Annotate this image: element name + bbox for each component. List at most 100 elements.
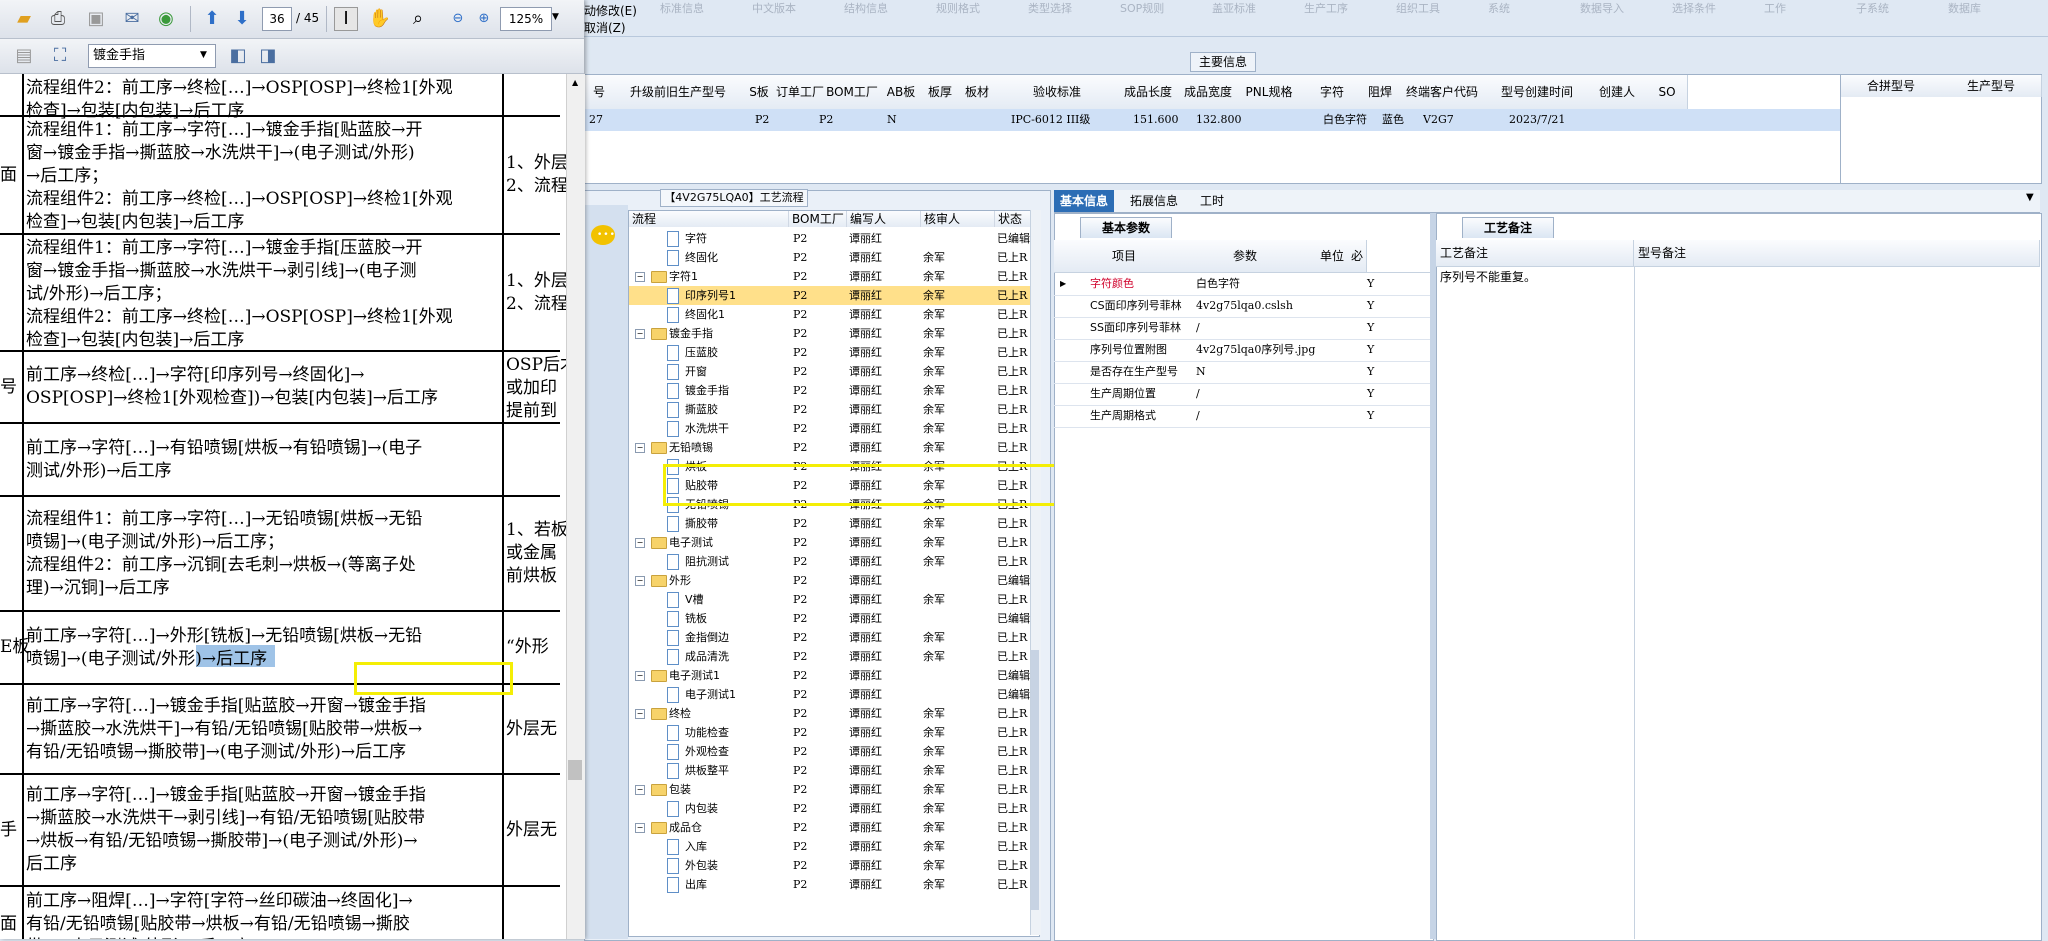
page-number-input[interactable]: 36	[262, 7, 292, 31]
collapse-icon[interactable]: −	[635, 443, 645, 453]
product-col-header[interactable]: BOM工厂	[825, 75, 880, 109]
tab-process-notes[interactable]: 工艺备注	[1462, 217, 1554, 238]
workflow-row[interactable]: − 字符1 P2 谭丽红 余军 已上R	[629, 267, 1039, 286]
chevron-down-icon[interactable]: ▼	[2026, 192, 2034, 203]
param-col-required[interactable]: 必	[1348, 240, 1367, 272]
param-row[interactable]: 是否存在生产型号 N Y	[1054, 361, 1432, 384]
wf-col-writer[interactable]: 编写人	[847, 211, 921, 227]
find-previous-icon[interactable]: ◧	[226, 44, 250, 68]
page-down-icon[interactable]: ⬇	[230, 7, 254, 31]
zoom-level-select[interactable]: 125%	[500, 7, 552, 31]
email-icon[interactable]: ✉	[120, 7, 144, 31]
find-input[interactable]: 镀金手指	[88, 44, 216, 68]
tab-basic-info[interactable]: 基本信息	[1054, 190, 1115, 212]
workflow-row[interactable]: 外包装 P2 谭丽红 余军 已上R	[629, 856, 1039, 875]
menu-item-faded[interactable]: SOP规则	[1120, 0, 1164, 16]
workflow-row[interactable]: 水洗烘干 P2 谭丽红 余军 已上R	[629, 419, 1039, 438]
workflow-row[interactable]: 开窗 P2 谭丽红 余军 已上R	[629, 362, 1039, 381]
param-row[interactable]: SS面印序列号菲林 / Y	[1054, 317, 1432, 340]
workflow-row[interactable]: 终固化1 P2 谭丽红 余军 已上R	[629, 305, 1039, 324]
workflow-row[interactable]: V槽 P2 谭丽红 余军 已上R	[629, 590, 1039, 609]
menu-item-faded[interactable]: 系统	[1488, 0, 1510, 16]
open-folder-icon[interactable]: ▰	[12, 7, 36, 31]
product-col-header[interactable]: 阻焊	[1363, 75, 1398, 109]
fit-page-icon[interactable]: ⛶	[48, 44, 72, 68]
collapse-icon[interactable]: −	[635, 671, 645, 681]
product-col-header[interactable]: PNL规格	[1237, 75, 1302, 109]
workflow-scroll-thumb[interactable]	[1031, 650, 1039, 910]
workflow-row[interactable]: 撕胶带 P2 谭丽红 余军 已上R	[629, 514, 1039, 533]
tab-extended-info[interactable]: 拓展信息	[1124, 190, 1184, 212]
zoom-in-icon[interactable]: ⊕	[472, 7, 496, 31]
workflow-row[interactable]: 出库 P2 谭丽红 余军 已上R	[629, 875, 1039, 894]
product-col-header[interactable]: 板材	[957, 75, 998, 109]
product-col-header[interactable]: 升级前旧生产型号	[613, 75, 744, 109]
workflow-row[interactable]: 金指倒边 P2 谭丽红 余军 已上R	[629, 628, 1039, 647]
collapse-icon[interactable]: −	[635, 329, 645, 339]
product-col-header[interactable]: 终端客户代码	[1397, 75, 1488, 109]
menu-item-faded[interactable]: 子系统	[1856, 0, 1889, 16]
workflow-row[interactable]: 内包装 P2 谭丽红 余军 已上R	[629, 799, 1039, 818]
product-col-header[interactable]: 创建人	[1587, 75, 1648, 109]
workflow-row[interactable]: 入库 P2 谭丽红 余军 已上R	[629, 837, 1039, 856]
menu-item-faded[interactable]: 组织工具	[1396, 0, 1440, 16]
menu-item-faded[interactable]: 盖亚标准	[1212, 0, 1256, 16]
product-col-header[interactable]: S板	[743, 75, 776, 109]
workflow-row[interactable]: − 终检 P2 谭丽红 余军 已上R	[629, 704, 1039, 723]
product-col-header[interactable]: 成品长度	[1117, 75, 1180, 109]
menu-item-faded[interactable]: 规则格式	[936, 0, 980, 16]
product-col-header[interactable]: 验收标准	[997, 75, 1118, 109]
workflow-row[interactable]: 功能检查 P2 谭丽红 余军 已上R	[629, 723, 1039, 742]
workflow-row[interactable]: − 电子测试1 P2 谭丽红 已编辑	[629, 666, 1039, 685]
find-next-icon[interactable]: ◨	[256, 44, 280, 68]
product-col-header[interactable]: AB板	[879, 75, 924, 109]
workflow-row[interactable]: 烘板整平 P2 谭丽红 余军 已上R	[629, 761, 1039, 780]
collapse-icon[interactable]: −	[635, 823, 645, 833]
scroll-up-icon[interactable]: ▲	[572, 78, 578, 87]
param-row[interactable]: CS面印序列号菲林 4v2g75lqa0.cslsh Y	[1054, 295, 1432, 318]
wf-col-flow[interactable]: 流程	[629, 211, 789, 227]
wf-col-bom[interactable]: BOM工厂	[789, 211, 847, 227]
menu-item-faded[interactable]: 工作	[1764, 0, 1786, 16]
workflow-row[interactable]: 镀金手指 P2 谭丽红 余军 已上R	[629, 381, 1039, 400]
collapse-icon[interactable]: −	[635, 272, 645, 282]
pdf-scrollbar[interactable]: ▲	[566, 74, 585, 939]
workflow-row[interactable]: 外观检查 P2 谭丽红 余军 已上R	[629, 742, 1039, 761]
workflow-row[interactable]: 电子测试1 P2 谭丽红 已编辑	[629, 685, 1039, 704]
workflow-row[interactable]: − 成品仓 P2 谭丽红 余军 已上R	[629, 818, 1039, 837]
menu-item-faded[interactable]: 选择条件	[1672, 0, 1716, 16]
menu-item-faded[interactable]: 类型选择	[1028, 0, 1072, 16]
workflow-row[interactable]: 铣板 P2 谭丽红 已编辑	[629, 609, 1039, 628]
workflow-row[interactable]: 撕蓝胶 P2 谭丽红 余军 已上R	[629, 400, 1039, 419]
print-icon[interactable]: ⎙	[46, 7, 70, 31]
product-col-header[interactable]: SO	[1647, 75, 1688, 109]
workflow-row[interactable]: 印序列号1 P2 谭丽红 余军 已上R	[629, 286, 1039, 305]
workflow-row[interactable]: 终固化 P2 谭丽红 余军 已上R	[629, 248, 1039, 267]
workflow-row[interactable]: − 电子测试 P2 谭丽红 余军 已上R	[629, 533, 1039, 552]
disk-icon[interactable]: ▤	[12, 44, 36, 68]
zoom-tool-icon[interactable]: ⌕	[406, 7, 430, 31]
wf-col-reviewer[interactable]: 核审人	[921, 211, 995, 227]
tab-hours[interactable]: 工时	[1194, 190, 1230, 212]
param-row[interactable]: 生产周期位置 / Y	[1054, 383, 1432, 406]
product-grid-row[interactable]: 27 P2 P2 N IPC-6012 III级 151.600 132.800…	[585, 109, 1840, 131]
workflow-row[interactable]: − 外形 P2 谭丽红 已编辑	[629, 571, 1039, 590]
product-col-header[interactable]: 型号创建时间	[1487, 75, 1588, 109]
menu-item-faded[interactable]: 数据库	[1948, 0, 1981, 16]
pdf-scroll-thumb[interactable]	[568, 760, 582, 780]
collapse-icon[interactable]: −	[635, 538, 645, 548]
workflow-row[interactable]: − 包装 P2 谭丽红 余军 已上R	[629, 780, 1039, 799]
workflow-row[interactable]: 字符 P2 谭丽红 已编辑	[629, 229, 1039, 248]
param-row[interactable]: 序列号位置附图 4v2g75lqa0序列号.jpg Y	[1054, 339, 1432, 362]
collapse-icon[interactable]: −	[635, 785, 645, 795]
hand-tool-icon[interactable]: ✋	[368, 7, 392, 31]
globe-icon[interactable]: ◉	[154, 7, 178, 31]
product-col-header[interactable]: 成品宽度	[1179, 75, 1238, 109]
menu-item-faded[interactable]: 数据导入	[1580, 0, 1624, 16]
workflow-row[interactable]: − 镀金手指 P2 谭丽红 余军 已上R	[629, 324, 1039, 343]
find-dropdown-icon[interactable]: ▼	[200, 50, 207, 60]
zoom-out-icon[interactable]: ⊖	[446, 7, 470, 31]
page-up-icon[interactable]: ⬆	[200, 7, 224, 31]
workflow-row[interactable]: 成品清洗 P2 谭丽红 余军 已上R	[629, 647, 1039, 666]
collapse-icon[interactable]: −	[635, 576, 645, 586]
